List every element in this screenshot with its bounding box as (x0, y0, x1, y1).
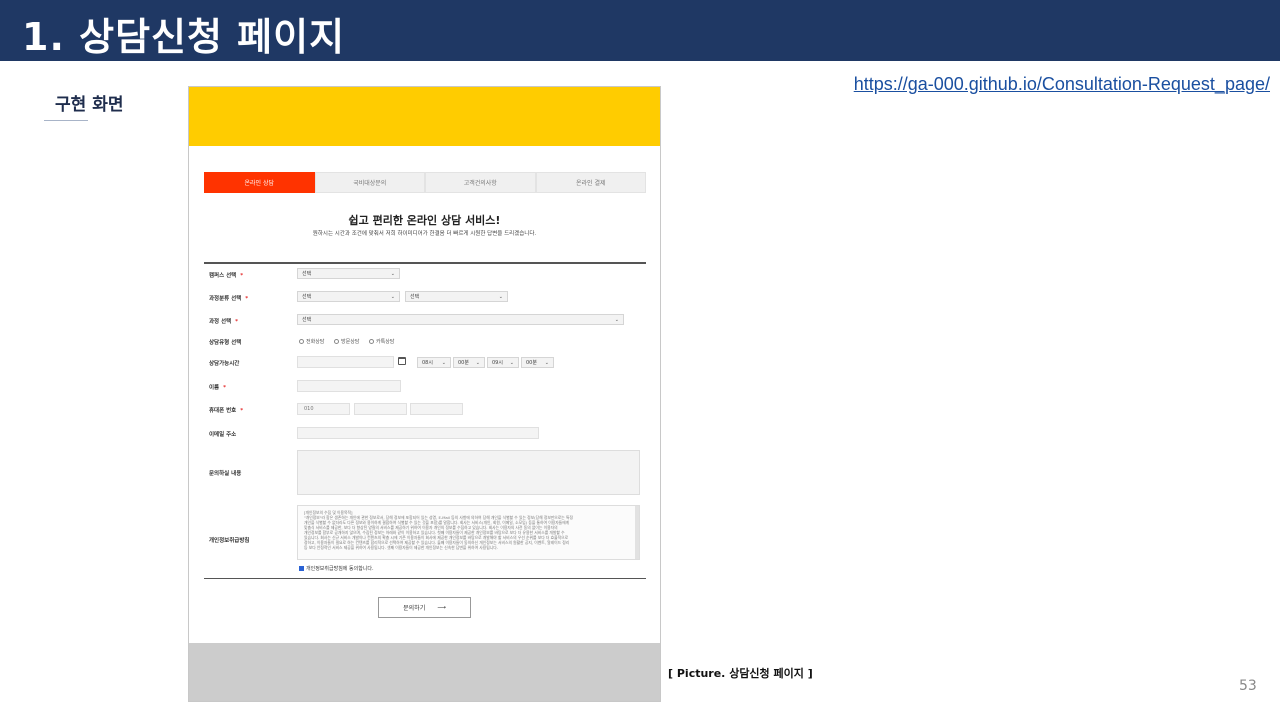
policy-line: 등 보다 안정적인 서비스 제공을 위하여 사용됩니다. 셋째 이용자들이 제공… (304, 545, 498, 550)
course-select-value: 선택 (302, 317, 312, 323)
course-label: 과정 선택 * (209, 317, 238, 325)
slide-title-bar: 1. 상담신청 페이지 (0, 0, 1280, 61)
radio-circle-icon (369, 339, 374, 344)
course-category-select-1-value: 선택 (302, 294, 312, 300)
tab-customer-suggestions[interactable]: 고객건의사항 (425, 172, 536, 193)
radio-kakaotalk-consult[interactable]: 카톡상담 (369, 338, 394, 345)
radio-phone-consult[interactable]: 전화상담 (299, 338, 324, 345)
consultation-page-mockup: 온라인 상담 국비대상문의 고객건의사항 온라인 결제 쉽고 편리한 온라인 상… (188, 86, 661, 702)
chevron-down-icon: ⌄ (475, 360, 480, 366)
phone-label: 휴대폰 번호 * (209, 406, 243, 414)
email-label: 이메일 주소 (209, 432, 237, 438)
start-minute-select[interactable]: 00분 ⌄ (453, 357, 485, 368)
mockup-header-band (189, 87, 660, 146)
chevron-down-icon: ⌄ (390, 271, 395, 277)
campus-select-value: 선택 (302, 271, 312, 277)
inquiry-textarea[interactable] (297, 450, 640, 495)
form-top-rule (204, 262, 646, 264)
calendar-icon[interactable] (398, 357, 406, 365)
policy-scrollbar[interactable] (635, 506, 639, 559)
required-mark: * (245, 296, 249, 302)
phone-input-last[interactable] (410, 403, 463, 415)
start-hour-value: 08시 (422, 360, 433, 366)
required-mark: * (240, 273, 244, 279)
email-input[interactable] (297, 427, 539, 439)
course-category-select-2-value: 선택 (410, 294, 420, 300)
tab-online-payment[interactable]: 온라인 결제 (535, 172, 646, 193)
hero-subtitle: 원하시는 시간과 조건에 맞춰서 저희 하이미디어가 한결음 더 빠르게 시원한… (312, 231, 537, 237)
radio-circle-icon (334, 339, 339, 344)
course-label-text: 과정 선택 (209, 319, 232, 325)
course-category-select-2[interactable]: 선택 ⌄ (405, 291, 508, 302)
chevron-down-icon: ⌄ (390, 294, 395, 300)
chevron-down-icon: ⌄ (509, 360, 514, 366)
radio-visit-consult[interactable]: 방문상담 (334, 338, 359, 345)
radio-kakaotalk-consult-label: 카톡상담 (376, 339, 395, 345)
radio-visit-consult-label: 방문상담 (341, 339, 360, 345)
name-label-text: 이름 (209, 385, 220, 391)
section-underline (44, 120, 88, 121)
arrow-right-icon: ⟶ (437, 604, 446, 611)
campus-select[interactable]: 선택 ⌄ (297, 268, 400, 279)
chevron-down-icon: ⌄ (441, 360, 446, 366)
submit-inquiry-button[interactable]: 문의하기 ⟶ (378, 597, 471, 618)
chevron-down-icon: ⌄ (544, 360, 549, 366)
chevron-down-icon: ⌄ (614, 317, 619, 323)
privacy-agree-label: 개인정보취급방침에 동의합니다. (306, 566, 374, 572)
form-bottom-rule (204, 578, 646, 579)
submit-button-label: 문의하기 (403, 605, 426, 612)
consult-type-label: 상담유형 선택 (209, 340, 242, 346)
name-input[interactable] (297, 380, 401, 392)
slide-title: 1. 상담신청 페이지 (22, 15, 346, 59)
campus-label: 캠퍼스 선택 * (209, 271, 243, 279)
phone-input-prefix[interactable]: 010 (297, 403, 350, 415)
end-minute-select[interactable]: 00분 ⌄ (521, 357, 554, 368)
tab-online-consult[interactable]: 온라인 상담 (204, 172, 315, 193)
course-category-label: 과정분류 선택 * (209, 294, 248, 302)
privacy-policy-label: 개인정보취급방침 (209, 538, 250, 544)
end-minute-value: 00분 (526, 360, 537, 366)
date-input[interactable] (297, 356, 394, 368)
course-category-label-text: 과정분류 선택 (209, 296, 242, 302)
checkbox-checked-icon (299, 566, 304, 571)
section-label: 구현 화면 (55, 95, 124, 115)
inquiry-label: 문의하실 내용 (209, 471, 242, 477)
required-mark: * (223, 385, 227, 391)
course-select[interactable]: 선택 ⌄ (297, 314, 624, 325)
hero-title: 쉽고 편리한 온라인 상담 서비스! (348, 214, 501, 227)
figure-caption: [ Picture. 상담신청 페이지 ] (668, 667, 813, 680)
tab-government-funded-inquiry[interactable]: 국비대상문의 (314, 172, 425, 193)
privacy-agree-checkbox[interactable]: 개인정보취급방침에 동의합니다. (299, 565, 374, 572)
phone-input-middle[interactable] (354, 403, 407, 415)
course-category-select-1[interactable]: 선택 ⌄ (297, 291, 400, 302)
start-minute-value: 00분 (458, 360, 469, 366)
end-hour-select[interactable]: 09시 ⌄ (487, 357, 519, 368)
slide: 1. 상담신청 페이지 구현 화면 https://ga-000.github.… (0, 0, 1280, 720)
page-number: 53 (1239, 678, 1257, 694)
name-label: 이름 * (209, 383, 226, 391)
page-url-link[interactable]: https://ga-000.github.io/Consultation-Re… (854, 74, 1270, 95)
radio-phone-consult-label: 전화상담 (306, 339, 325, 345)
radio-circle-icon (299, 339, 304, 344)
end-hour-value: 09시 (492, 360, 503, 366)
consult-tabs: 온라인 상담 국비대상문의 고객건의사항 온라인 결제 (204, 172, 646, 193)
available-time-label: 상담가능시간 (209, 361, 240, 367)
phone-label-text: 휴대폰 번호 (209, 408, 237, 414)
mockup-footer-band (189, 643, 660, 701)
start-hour-select[interactable]: 08시 ⌄ (417, 357, 451, 368)
privacy-policy-box[interactable]: [개인정보의 수집 및 이용목적] "개인정보"라 함은 생존하는 개인에 관한… (297, 505, 640, 560)
required-mark: * (240, 408, 244, 414)
chevron-down-icon: ⌄ (498, 294, 503, 300)
campus-label-text: 캠퍼스 선택 (209, 273, 237, 279)
required-mark: * (235, 319, 239, 325)
